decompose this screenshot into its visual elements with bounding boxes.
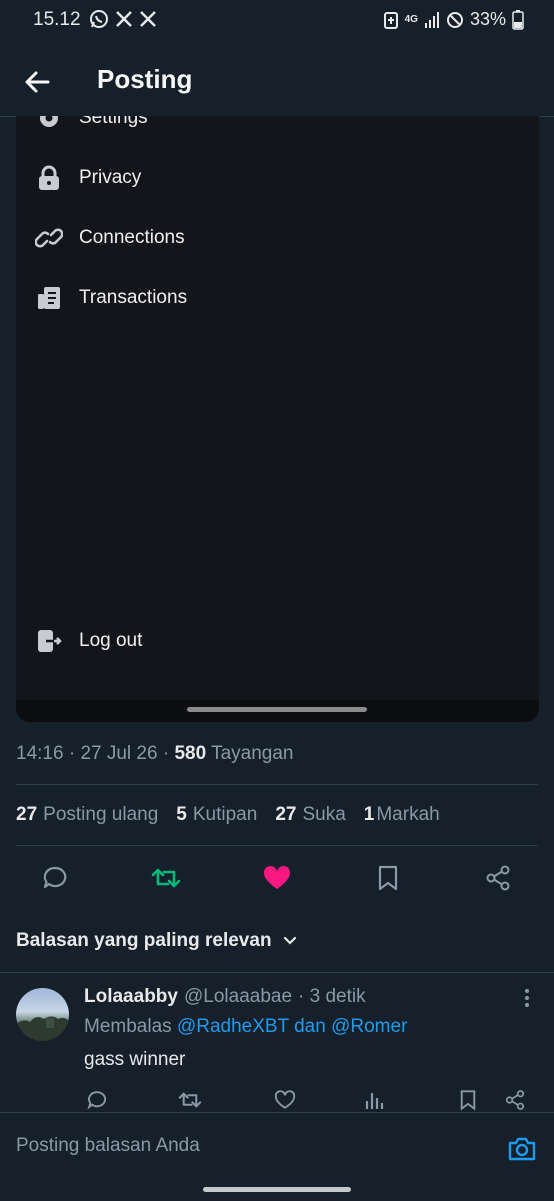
status-bar: 15.12 4G 33% [0,0,554,44]
menu-item-label: Transactions [79,287,188,308]
menu-item-logout: Log out [35,627,142,655]
do-not-disturb-icon [446,11,463,28]
avatar[interactable] [16,988,69,1041]
bookmarks-stat[interactable]: 1 Markah [364,804,440,826]
battery-icon [512,9,524,30]
bookmark-icon [378,865,398,891]
reply-text: gass winner [84,1049,186,1070]
notification-icons [89,9,157,29]
reply-share-button[interactable] [503,1088,527,1112]
divider [16,784,538,785]
camera-icon [508,1137,536,1161]
heart-icon [274,1090,296,1109]
reply-author: Lolaaabby @Lolaaabae · 3 detik [84,986,366,1008]
like-button[interactable] [261,862,293,894]
repost-button[interactable] [150,862,182,894]
menu-item-connections: Connections [35,224,185,252]
reply-repost-button[interactable] [178,1088,202,1112]
reply-time: · 3 detik [298,986,366,1007]
reply-actions [0,1086,554,1114]
link-icon [35,224,63,252]
status-time: 15.12 [33,9,81,30]
mention-link[interactable]: @RadheXBT [177,1016,289,1037]
sort-label: Balasan yang paling relevan [16,930,272,951]
back-button[interactable] [22,66,54,98]
post-timestamp: 14:16 · 27 Jul 26 · 580 Tayangan [16,743,294,764]
lock-icon [35,164,63,192]
analytics-icon [365,1093,384,1109]
battery-saver-icon [383,11,398,29]
divider [0,972,554,973]
reply-input[interactable]: Posting balasan Anda [16,1135,200,1157]
post-date: 27 Jul 26 [80,743,158,764]
reply-button[interactable] [39,862,71,894]
share-icon [486,865,510,891]
post-media-image[interactable]: Settings Privacy Connections Transaction… [16,116,539,722]
system-status-icons: 4G 33% [383,9,524,30]
reply-handle: @Lolaaabae [183,986,293,1007]
camera-button[interactable] [506,1133,538,1165]
menu-item-label: Settings [79,116,148,128]
menu-item-privacy: Privacy [35,164,141,192]
x-logo-icon [140,11,156,27]
views-label: Tayangan [211,743,294,764]
replying-to: Membalas @RadheXBT dan @Romer [84,1016,408,1037]
comment-icon [43,866,67,889]
menu-item-label: Privacy [79,167,142,188]
reposts-stat[interactable]: 27 Posting ulang [16,804,158,826]
share-button[interactable] [482,862,514,894]
x-logo-icon [116,11,132,27]
post-time: 14:16 [16,743,64,764]
arrow-left-icon [25,71,50,93]
repost-icon [178,1092,202,1108]
reply-reply-button[interactable] [85,1088,109,1112]
quotes-stat[interactable]: 5 Kutipan [176,804,257,826]
chevron-down-icon [283,936,296,945]
embed-nav-bar [16,700,539,722]
reply-more-button[interactable] [517,988,537,1008]
share-icon [505,1090,525,1110]
transactions-icon [35,284,63,312]
reply-like-button[interactable] [273,1088,297,1112]
bookmark-button[interactable] [372,862,404,894]
battery-percent: 33% [469,9,506,29]
page-title: Posting [97,64,193,94]
reply-bookmark-button[interactable] [456,1088,480,1112]
more-vertical-icon [525,989,529,1007]
signal-icon [424,11,439,28]
divider [16,845,538,846]
logout-icon [35,627,63,655]
post-actions [0,856,554,900]
system-home-indicator[interactable] [203,1187,351,1192]
reply-views-button[interactable] [363,1088,387,1112]
menu-item-label: Log out [79,630,143,651]
network-type: 4G [404,14,418,25]
reply-display-name[interactable]: Lolaaabby [84,986,178,1008]
views-count: 580 [174,743,207,764]
heart-icon [263,865,291,889]
bookmark-icon [460,1090,476,1111]
gear-icon [35,116,63,132]
menu-item-transactions: Transactions [35,284,187,312]
whatsapp-icon [90,10,108,28]
menu-item-settings: Settings [35,116,148,132]
likes-stat[interactable]: 27 Suka [275,804,345,826]
engagement-stats: 27 Posting ulang 5 Kutipan 27 Suka 1 Markah [16,804,440,826]
gesture-handle [187,707,367,712]
mention-link[interactable]: @Romer [331,1016,407,1037]
top-app-bar: Posting [0,44,554,117]
reply-sort-dropdown[interactable]: Balasan yang paling relevan [16,930,298,952]
menu-item-label: Connections [79,227,185,248]
repost-icon [151,868,181,888]
comment-icon [87,1091,106,1110]
